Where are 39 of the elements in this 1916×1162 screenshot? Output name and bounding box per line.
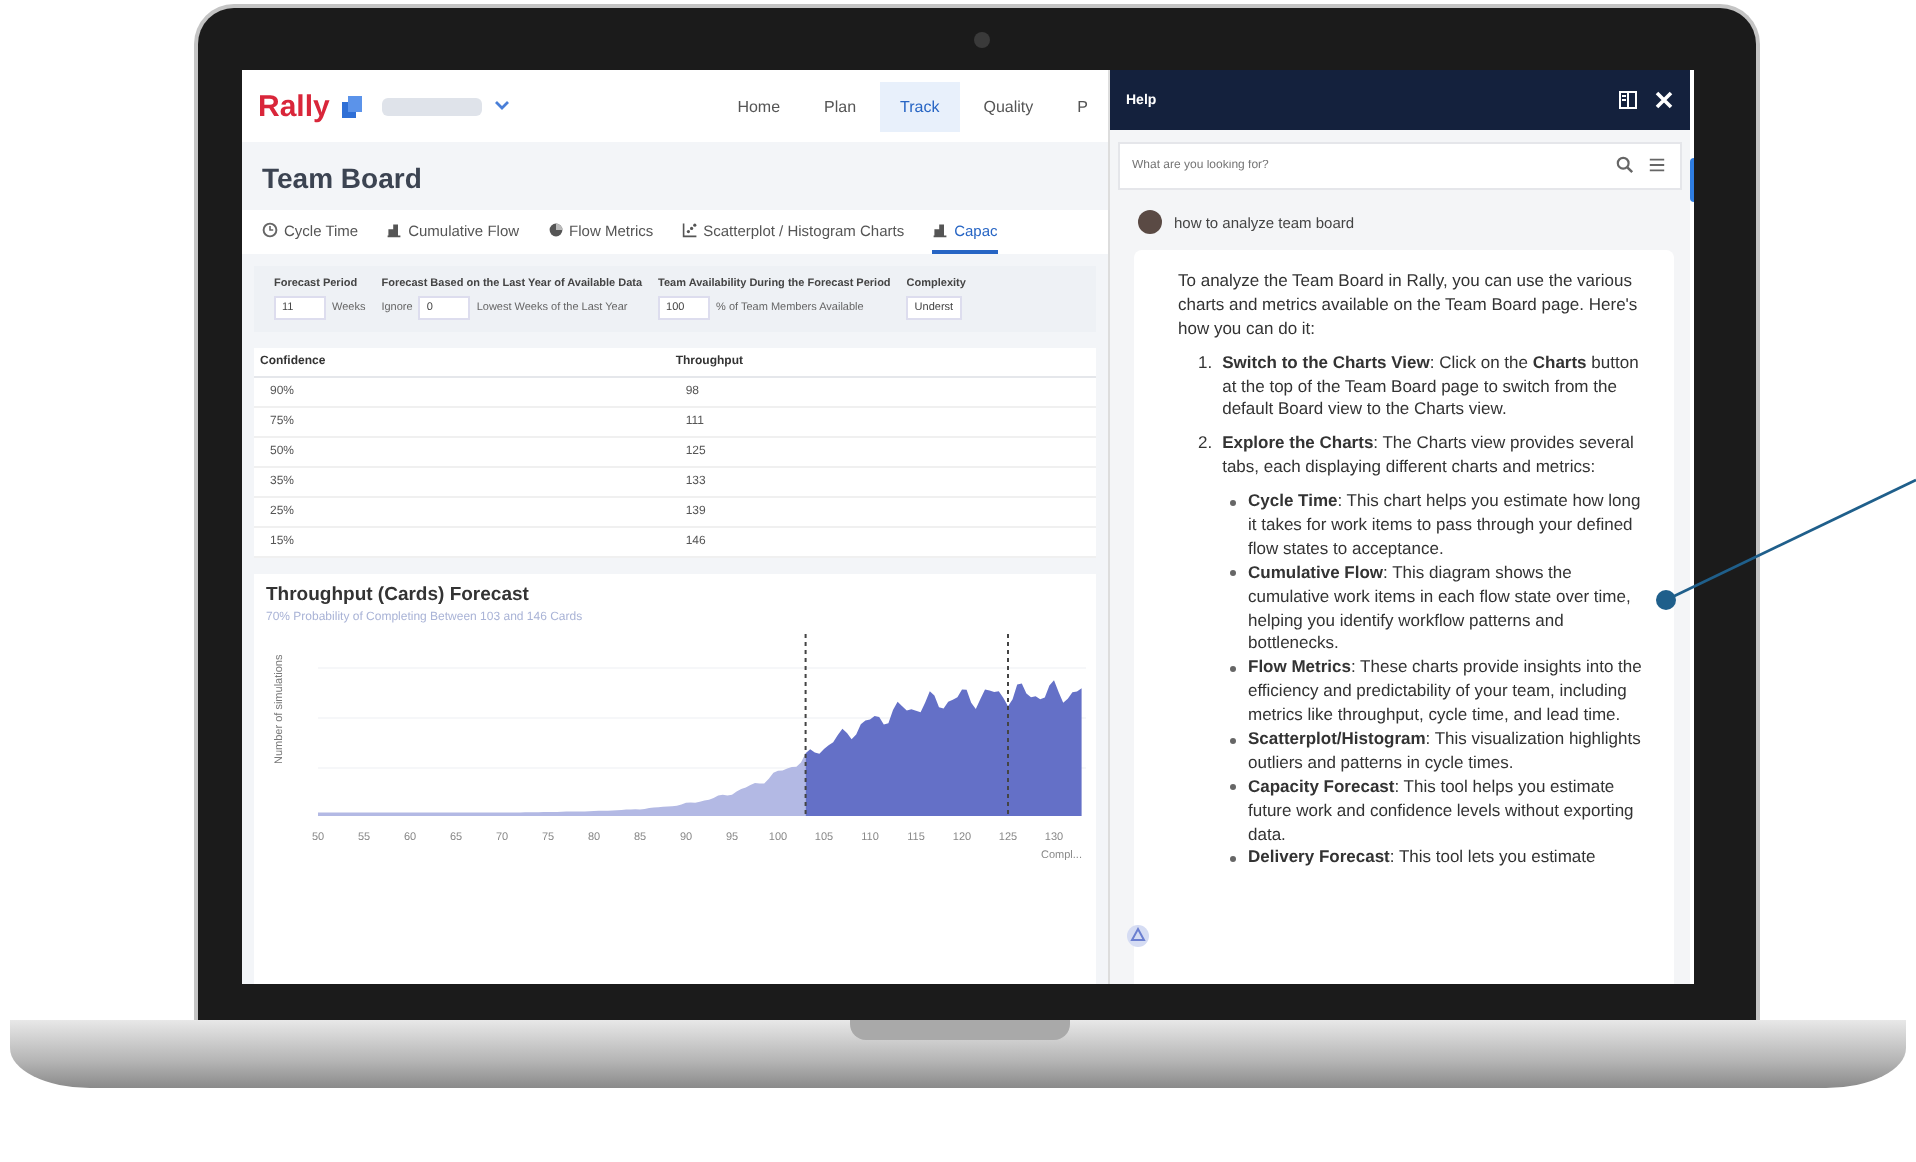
nav-link[interactable]: Plan	[804, 81, 877, 131]
page-title: Team Board	[260, 160, 424, 198]
bullet-icon	[1230, 665, 1236, 672]
avatar	[1138, 210, 1162, 234]
bar-chart-icon	[932, 222, 949, 238]
search-icon[interactable]	[1616, 156, 1634, 174]
answer-text: Capacity Forecast: This tool helps you estimate future work and confidence levels without exporting data.	[1248, 775, 1636, 847]
clock-icon	[262, 222, 278, 238]
list-number: 1.	[1198, 351, 1213, 376]
nav-link[interactable]: Quality	[963, 81, 1054, 131]
pie-chart-icon	[547, 222, 564, 238]
answer-text: Scatterplot/Histogram: This visualization highlights outliers and patterns in cycle times.	[1248, 728, 1643, 776]
nav-link[interactable]: Track	[880, 81, 960, 131]
nav-link[interactable]: P	[1057, 81, 1108, 131]
assistant-icon[interactable]	[1126, 924, 1150, 948]
camera-icon	[974, 32, 990, 48]
bullet-icon	[1230, 784, 1236, 791]
answer-text: Switch to the Charts View: Click on the Charts button at the top of the Team Board page to switch from the default Board view to the Charts view.	[1222, 351, 1641, 423]
answer-text: To analyze the Team Board in Rally, you can use the various charts and metrics available on the Team Board page. Here's how you can do it:	[1178, 270, 1640, 342]
answer-text: Cycle Time: This chart helps you estimate how long it takes for work items to pass through your defined flow states to acceptance.	[1248, 490, 1643, 562]
caret-icon[interactable]	[493, 100, 510, 112]
chart-title: Throughput (Cards) Forecast	[266, 584, 531, 606]
workspace-icon[interactable]	[341, 95, 362, 117]
bullet-icon	[1230, 855, 1236, 862]
nav-link[interactable]: Home	[717, 81, 801, 131]
panel-icon[interactable]	[1618, 90, 1638, 110]
answer-text: Explore the Charts: The Charts view provides several tabs, each displaying different charts and metrics:	[1222, 432, 1636, 481]
list-number: 2.	[1198, 432, 1213, 457]
logo[interactable]: Rally	[258, 89, 330, 123]
bullet-icon	[1230, 737, 1236, 744]
close-icon[interactable]	[1654, 90, 1674, 110]
answer-text: Flow Metrics: These charts provide insights into the efficiency and predictability of your team, including metrics like throughput, cycle time, and lead time.	[1248, 656, 1644, 729]
bullet-icon	[1230, 570, 1236, 577]
menu-icon[interactable]	[1648, 156, 1666, 174]
bullet-icon	[1230, 499, 1236, 506]
answer-text: Delivery Forecast: This tool lets you estimate	[1248, 846, 1596, 871]
bar-chart-icon	[386, 222, 403, 238]
answer-text: Cumulative Flow: This diagram shows the cumulative work items in each flow state over time, helping you identify workflow patterns and bottlenecks.	[1248, 561, 1633, 657]
scatter-chart-icon	[681, 222, 698, 238]
